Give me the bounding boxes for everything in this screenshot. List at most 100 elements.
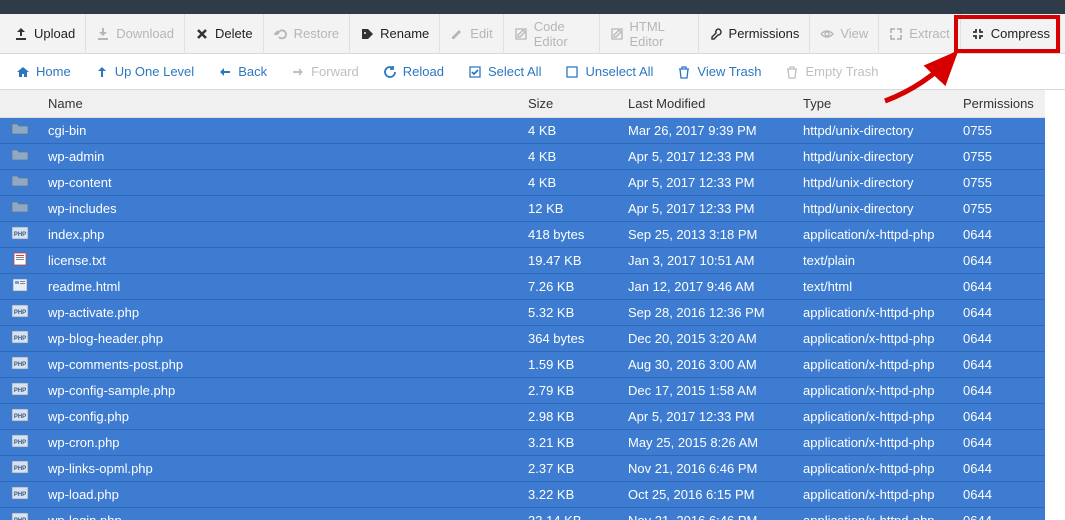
forward-label: Forward (311, 64, 359, 79)
table-row[interactable]: PHPwp-config.php2.98 KBApr 5, 2017 12:33… (0, 404, 1045, 430)
file-name-cell: wp-config-sample.php (40, 378, 520, 404)
view-label: View (840, 26, 868, 41)
file-type-cell: application/x-httpd-php (795, 430, 955, 456)
edit-button: Edit (440, 14, 503, 54)
file-modified-cell: Aug 30, 2016 3:00 AM (620, 352, 795, 378)
file-modified-cell: Sep 28, 2016 12:36 PM (620, 300, 795, 326)
permissions-button[interactable]: Permissions (699, 14, 811, 54)
compress-icon (971, 27, 985, 41)
file-name-cell: wp-includes (40, 196, 520, 222)
svg-text:PHP: PHP (14, 336, 26, 342)
forward-button: Forward (281, 54, 369, 90)
reload-button[interactable]: Reload (373, 54, 454, 90)
tag-icon (360, 27, 374, 41)
edit-label: Edit (470, 26, 492, 41)
file-name-cell: wp-admin (40, 144, 520, 170)
table-row[interactable]: PHPwp-links-opml.php2.37 KBNov 21, 2016 … (0, 456, 1045, 482)
file-name-cell: wp-cron.php (40, 430, 520, 456)
file-modified-cell: Apr 5, 2017 12:33 PM (620, 404, 795, 430)
table-row[interactable]: PHPwp-config-sample.php2.79 KBDec 17, 20… (0, 378, 1045, 404)
file-perm-cell: 0644 (955, 300, 1045, 326)
file-name-cell: license.txt (40, 248, 520, 274)
edit-square-icon (514, 27, 528, 41)
trash-icon (785, 65, 799, 79)
table-row[interactable]: PHPwp-load.php3.22 KBOct 25, 2016 6:15 P… (0, 482, 1045, 508)
file-type-cell: httpd/unix-directory (795, 170, 955, 196)
file-icon-cell: PHP (0, 456, 40, 482)
file-name-cell: wp-login.php (40, 508, 520, 520)
file-icon-cell (0, 196, 40, 222)
table-row[interactable]: cgi-bin4 KBMar 26, 2017 9:39 PMhttpd/uni… (0, 118, 1045, 144)
col-type-header[interactable]: Type (795, 90, 955, 118)
file-name-cell: cgi-bin (40, 118, 520, 144)
file-type-cell: application/x-httpd-php (795, 508, 955, 520)
col-name-header[interactable]: Name (40, 90, 520, 118)
file-size-cell: 2.98 KB (520, 404, 620, 430)
file-modified-cell: Sep 25, 2013 3:18 PM (620, 222, 795, 248)
col-modified-header[interactable]: Last Modified (620, 90, 795, 118)
key-icon (709, 27, 723, 41)
uponelevel-button[interactable]: Up One Level (85, 54, 205, 90)
delete-label: Delete (215, 26, 253, 41)
file-perm-cell: 0755 (955, 144, 1045, 170)
home-label: Home (36, 64, 71, 79)
file-modified-cell: Mar 26, 2017 9:39 PM (620, 118, 795, 144)
file-perm-cell: 0644 (955, 508, 1045, 520)
file-scroll-area[interactable]: Name Size Last Modified Type Permissions… (0, 90, 1065, 520)
file-name-cell: wp-load.php (40, 482, 520, 508)
table-row[interactable]: license.txt19.47 KBJan 3, 2017 10:51 AMt… (0, 248, 1045, 274)
col-size-header[interactable]: Size (520, 90, 620, 118)
table-row[interactable]: readme.html7.26 KBJan 12, 2017 9:46 AMte… (0, 274, 1045, 300)
rename-button[interactable]: Rename (350, 14, 440, 54)
table-row[interactable]: PHPwp-login.php33.14 KBNov 21, 2016 6:46… (0, 508, 1045, 520)
table-row[interactable]: PHPwp-comments-post.php1.59 KBAug 30, 20… (0, 352, 1045, 378)
download-label: Download (116, 26, 174, 41)
selectall-button[interactable]: Select All (458, 54, 551, 90)
file-perm-cell: 0644 (955, 430, 1045, 456)
table-row[interactable]: wp-includes12 KBApr 5, 2017 12:33 PMhttp… (0, 196, 1045, 222)
upload-button[interactable]: Upload (4, 14, 86, 54)
col-perm-header[interactable]: Permissions (955, 90, 1045, 118)
file-modified-cell: Dec 20, 2015 3:20 AM (620, 326, 795, 352)
file-type-cell: httpd/unix-directory (795, 144, 955, 170)
undo-icon (274, 27, 288, 41)
table-row[interactable]: wp-admin4 KBApr 5, 2017 12:33 PMhttpd/un… (0, 144, 1045, 170)
file-icon-cell (0, 274, 40, 300)
viewtrash-button[interactable]: View Trash (667, 54, 771, 90)
file-size-cell: 19.47 KB (520, 248, 620, 274)
unselectall-label: Unselect All (585, 64, 653, 79)
file-type-cell: application/x-httpd-php (795, 352, 955, 378)
col-icon-header[interactable] (0, 90, 40, 118)
download-icon (96, 27, 110, 41)
table-row[interactable]: PHPwp-cron.php3.21 KBMay 25, 2015 8:26 A… (0, 430, 1045, 456)
file-type-cell: httpd/unix-directory (795, 196, 955, 222)
file-icon-cell: PHP (0, 300, 40, 326)
file-size-cell: 364 bytes (520, 326, 620, 352)
extract-label: Extract (909, 26, 949, 41)
svg-text:PHP: PHP (14, 414, 26, 420)
edit-square-icon (610, 27, 624, 41)
eye-icon (820, 27, 834, 41)
file-icon-cell: PHP (0, 430, 40, 456)
file-type-cell: application/x-httpd-php (795, 222, 955, 248)
home-button[interactable]: Home (6, 54, 81, 90)
back-button[interactable]: Back (208, 54, 277, 90)
file-size-cell: 2.79 KB (520, 378, 620, 404)
permissions-label: Permissions (729, 26, 800, 41)
file-name-cell: wp-content (40, 170, 520, 196)
table-row[interactable]: PHPwp-blog-header.php364 bytesDec 20, 20… (0, 326, 1045, 352)
file-name-cell: wp-comments-post.php (40, 352, 520, 378)
file-modified-cell: Apr 5, 2017 12:33 PM (620, 170, 795, 196)
upload-label: Upload (34, 26, 75, 41)
file-modified-cell: Nov 21, 2016 6:46 PM (620, 508, 795, 520)
compress-button[interactable]: Compress (961, 14, 1061, 54)
file-icon-cell: PHP (0, 378, 40, 404)
file-icon-cell: PHP (0, 352, 40, 378)
home-icon (16, 65, 30, 79)
table-row[interactable]: wp-content4 KBApr 5, 2017 12:33 PMhttpd/… (0, 170, 1045, 196)
unselectall-button[interactable]: Unselect All (555, 54, 663, 90)
file-size-cell: 3.22 KB (520, 482, 620, 508)
table-row[interactable]: PHPwp-activate.php5.32 KBSep 28, 2016 12… (0, 300, 1045, 326)
table-row[interactable]: PHPindex.php418 bytesSep 25, 2013 3:18 P… (0, 222, 1045, 248)
delete-button[interactable]: Delete (185, 14, 264, 54)
